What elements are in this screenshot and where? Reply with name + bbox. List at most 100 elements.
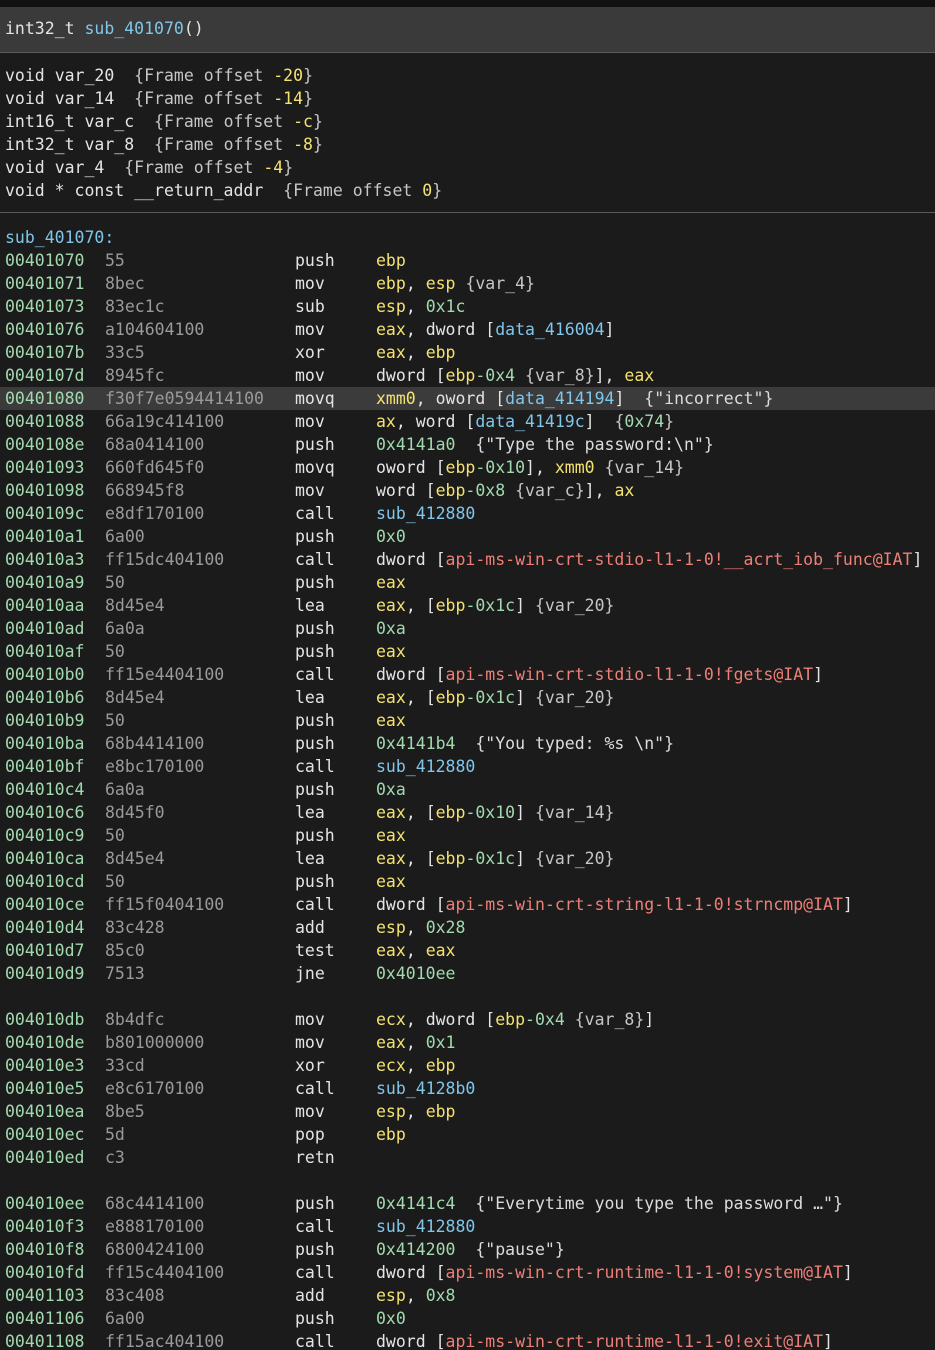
instruction-address[interactable]: 00401076: [5, 318, 84, 341]
instruction-address[interactable]: 00401088: [5, 410, 84, 433]
instruction-operands[interactable]: xmm0, oword [data_414194] {"incorrect"}: [376, 387, 773, 410]
stack-var-name[interactable]: __return_addr: [134, 181, 263, 200]
instruction-row[interactable]: 0040108e 68a0414100 push 0x4141a0 {"Type th…: [0, 433, 935, 456]
instruction-row[interactable]: 004010ba 68b4414100 push 0x4141b4 {"You typ…: [0, 732, 935, 755]
number-operand[interactable]: 0x4010ee: [376, 964, 455, 983]
instruction-mnemonic[interactable]: add: [295, 916, 325, 939]
instruction-row[interactable]: 004010ad 6a0a push 0xa: [0, 617, 935, 640]
variable-annotation[interactable]: {var_20}: [535, 849, 614, 868]
instruction-address[interactable]: 00401103: [5, 1284, 84, 1307]
register-operand[interactable]: ebp: [426, 1056, 456, 1075]
instruction-address[interactable]: 004010ad: [5, 617, 84, 640]
instruction-mnemonic[interactable]: call: [295, 893, 335, 916]
instruction-operands[interactable]: ecx, dword [ebp-0x4 {var_8}]: [376, 1008, 654, 1031]
instruction-row[interactable]: 004010ea 8be5 mov esp, ebp: [0, 1100, 935, 1123]
register-operand[interactable]: ax: [614, 481, 634, 500]
instruction-mnemonic[interactable]: push: [295, 525, 335, 548]
instruction-address[interactable]: 004010e5: [5, 1077, 84, 1100]
instruction-mnemonic[interactable]: push: [295, 571, 335, 594]
number-operand[interactable]: 0x4141a0: [376, 435, 455, 454]
symbol-operand[interactable]: sub_4128b0: [376, 1079, 475, 1098]
stack-var-name[interactable]: var_8: [84, 135, 134, 154]
instruction-operands[interactable]: 0x4141c4 {"Everytime you type the passwo…: [376, 1192, 843, 1215]
instruction-row[interactable]: 004010ec 5d pop ebp: [0, 1123, 935, 1146]
instruction-operands[interactable]: ecx, ebp: [376, 1054, 456, 1077]
instruction-mnemonic[interactable]: lea: [295, 594, 325, 617]
instruction-address[interactable]: 004010c4: [5, 778, 84, 801]
instruction-operands[interactable]: dword [api-ms-win-crt-runtime-l1-1-0!exi…: [376, 1330, 833, 1350]
instruction-row[interactable]: 004010aa 8d45e4 lea eax, [ebp-0x1c] {var_20…: [0, 594, 935, 617]
instruction-row[interactable]: 004010d9 7513 jne 0x4010ee: [0, 962, 935, 985]
register-operand[interactable]: ebp: [436, 596, 466, 615]
instruction-mnemonic[interactable]: sub: [295, 295, 325, 318]
import-ref-operand[interactable]: api-ms-win-crt-runtime-l1-1-0!exit@IAT: [446, 1332, 824, 1350]
instruction-row[interactable]: 004010a3 ff15dc404100 call dword [api-ms-wi…: [0, 548, 935, 571]
instruction-mnemonic[interactable]: push: [295, 870, 335, 893]
instruction-operands[interactable]: esp, 0x28: [376, 916, 465, 939]
register-operand[interactable]: ebp: [436, 688, 466, 707]
instruction-row[interactable]: 0040107d 8945fc mov dword [ebp-0x4 {var_8}]…: [0, 364, 935, 387]
register-operand[interactable]: eax: [376, 803, 406, 822]
instruction-operands[interactable]: 0x0: [376, 525, 406, 548]
instruction-row[interactable]: 004010f3 e888170100 call sub_412880: [0, 1215, 935, 1238]
instruction-row[interactable]: 00401076 a104604100 mov eax, dword [data_41…: [0, 318, 935, 341]
instruction-operands[interactable]: ebp, esp {var_4}: [376, 272, 535, 295]
instruction-operands[interactable]: word [ebp-0x8 {var_c}], ax: [376, 479, 634, 502]
function-label[interactable]: sub_401070:: [5, 226, 114, 249]
register-operand[interactable]: ebp: [436, 481, 466, 500]
instruction-operands[interactable]: ebp: [376, 249, 406, 272]
instruction-operands[interactable]: 0x414200 {"pause"}: [376, 1238, 565, 1261]
number-operand[interactable]: 0x28: [426, 918, 466, 937]
instruction-mnemonic[interactable]: push: [295, 1192, 335, 1215]
instruction-address[interactable]: 004010ba: [5, 732, 84, 755]
stack-var-row[interactable]: int32_t var_8 {Frame offset -8}: [5, 133, 323, 156]
register-operand[interactable]: esp: [376, 1102, 406, 1121]
instruction-address[interactable]: 004010f8: [5, 1238, 84, 1261]
number-operand[interactable]: 0x0: [376, 527, 406, 546]
register-operand[interactable]: esp: [376, 297, 406, 316]
instruction-address[interactable]: 004010c9: [5, 824, 84, 847]
instruction-address[interactable]: 0040108e: [5, 433, 84, 456]
instruction-row[interactable]: 004010a1 6a00 push 0x0: [0, 525, 935, 548]
instruction-mnemonic[interactable]: call: [295, 663, 335, 686]
register-operand[interactable]: eax: [376, 1033, 406, 1052]
data-ref-operand[interactable]: data_416004: [495, 320, 604, 339]
instruction-address[interactable]: 004010b0: [5, 663, 84, 686]
instruction-mnemonic[interactable]: movq: [295, 456, 335, 479]
number-operand[interactable]: -0x1c: [465, 849, 515, 868]
variable-annotation[interactable]: {var_8}: [575, 1010, 645, 1029]
instruction-mnemonic[interactable]: mov: [295, 1100, 325, 1123]
instruction-address[interactable]: 004010d7: [5, 939, 84, 962]
instruction-row[interactable]: 00401070 55 push ebp: [0, 249, 935, 272]
variable-annotation[interactable]: {var_14}: [535, 803, 614, 822]
instruction-mnemonic[interactable]: mov: [295, 272, 325, 295]
instruction-operands[interactable]: dword [api-ms-win-crt-stdio-l1-1-0!__acr…: [376, 548, 922, 571]
register-operand[interactable]: ebp: [495, 1010, 525, 1029]
instruction-row[interactable]: 004010c9 50 push eax: [0, 824, 935, 847]
register-operand[interactable]: ebp: [446, 366, 476, 385]
instruction-operands[interactable]: eax, [ebp-0x1c] {var_20}: [376, 847, 614, 870]
instruction-address[interactable]: 00401093: [5, 456, 84, 479]
instruction-mnemonic[interactable]: mov: [295, 1008, 325, 1031]
instruction-row[interactable]: 004010b9 50 push eax: [0, 709, 935, 732]
instruction-address[interactable]: 00401070: [5, 249, 84, 272]
register-operand[interactable]: eax: [376, 872, 406, 891]
instruction-mnemonic[interactable]: call: [295, 502, 335, 525]
number-operand[interactable]: 0x4141b4: [376, 734, 455, 753]
number-operand[interactable]: -0x10: [475, 458, 525, 477]
instruction-mnemonic[interactable]: call: [295, 548, 335, 571]
stack-var-row[interactable]: void var_4 {Frame offset -4}: [5, 156, 293, 179]
instruction-mnemonic[interactable]: movq: [295, 387, 335, 410]
data-ref-operand[interactable]: data_414194: [505, 389, 614, 408]
stack-var-name[interactable]: var_20: [55, 66, 115, 85]
number-operand[interactable]: -0x1c: [465, 596, 515, 615]
instruction-mnemonic[interactable]: call: [295, 755, 335, 778]
instruction-mnemonic[interactable]: push: [295, 249, 335, 272]
instruction-address[interactable]: 0040107d: [5, 364, 84, 387]
function-signature[interactable]: int32_t sub_401070(): [5, 19, 204, 38]
instruction-address[interactable]: 004010ee: [5, 1192, 84, 1215]
instruction-operands[interactable]: 0x4010ee: [376, 962, 455, 985]
number-operand[interactable]: 0xa: [376, 780, 406, 799]
instruction-operands[interactable]: dword [api-ms-win-crt-runtime-l1-1-0!sys…: [376, 1261, 853, 1284]
instruction-address[interactable]: 004010db: [5, 1008, 84, 1031]
